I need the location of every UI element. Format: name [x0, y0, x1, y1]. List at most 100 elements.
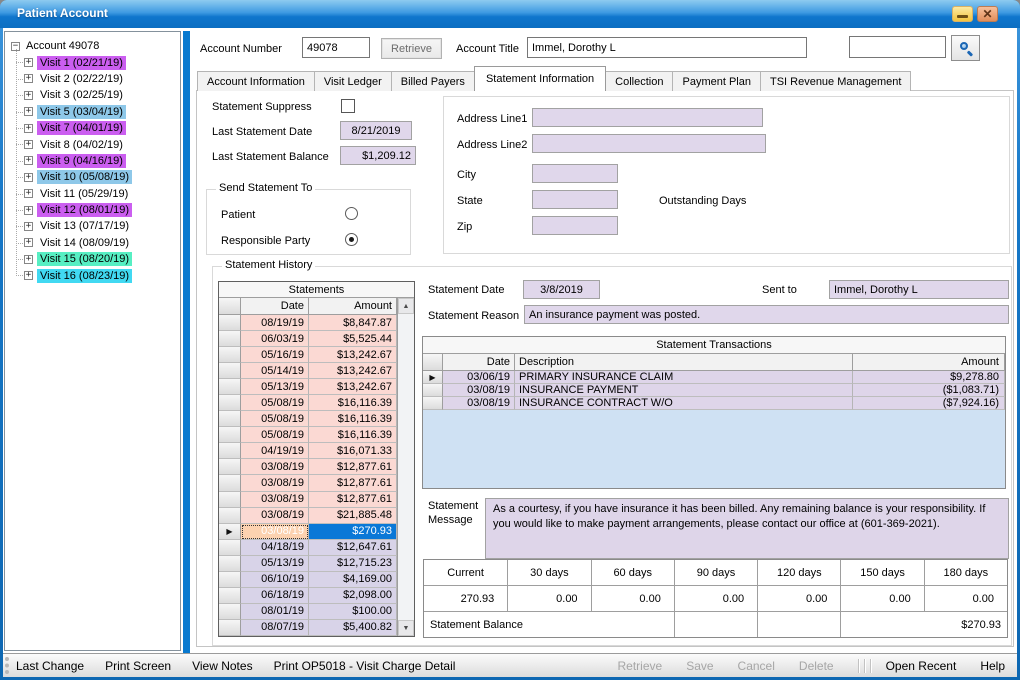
- account-number-input[interactable]: 49078: [302, 37, 370, 58]
- tree-item-visit[interactable]: +Visit 7 (04/01/19): [24, 120, 178, 136]
- statement-amount-cell[interactable]: $4,169.00: [309, 572, 397, 588]
- transaction-row[interactable]: 03/08/19INSURANCE PAYMENT($1,083.71): [423, 384, 1005, 397]
- date-column-header[interactable]: Date: [241, 298, 309, 314]
- statement-history-row[interactable]: 03/08/19$21,885.48: [219, 508, 397, 524]
- expand-icon[interactable]: +: [24, 173, 33, 182]
- toolbar-grip-icon[interactable]: [5, 657, 12, 674]
- scroll-down-icon[interactable]: ▼: [398, 620, 414, 636]
- row-marker[interactable]: [219, 459, 241, 475]
- tab-collection[interactable]: Collection: [605, 71, 673, 91]
- tree-item-visit[interactable]: +Visit 14 (08/09/19): [24, 235, 178, 251]
- statement-amount-cell[interactable]: $13,242.67: [309, 347, 397, 363]
- txn-description-header[interactable]: Description: [515, 354, 853, 370]
- address-line1-input[interactable]: [532, 108, 763, 127]
- row-marker[interactable]: [219, 556, 241, 572]
- address-line2-input[interactable]: [532, 134, 766, 153]
- statement-history-row[interactable]: 05/13/19$13,242.67: [219, 379, 397, 395]
- row-marker[interactable]: [219, 347, 241, 363]
- expand-icon[interactable]: +: [24, 58, 33, 67]
- statement-date-cell[interactable]: 06/18/19: [241, 588, 309, 604]
- statement-history-row[interactable]: 04/19/19$16,071.33: [219, 443, 397, 459]
- statement-history-row[interactable]: 05/08/19$16,116.39: [219, 427, 397, 443]
- current-row-marker-icon[interactable]: ▶: [423, 371, 443, 384]
- statement-date-cell[interactable]: 05/08/19: [241, 411, 309, 427]
- statement-history-row[interactable]: 05/08/19$16,116.39: [219, 411, 397, 427]
- row-marker[interactable]: [219, 315, 241, 331]
- statement-amount-cell[interactable]: $12,877.61: [309, 459, 397, 475]
- panel-splitter[interactable]: [183, 31, 190, 653]
- statement-date-cell[interactable]: 03/08/19: [241, 508, 309, 524]
- statement-date-cell[interactable]: 03/08/19: [241, 459, 309, 475]
- txn-amount-cell[interactable]: ($1,083.71): [853, 384, 1005, 397]
- statusbar-command-last-change[interactable]: Last Change: [16, 659, 84, 673]
- expand-icon[interactable]: +: [24, 124, 33, 133]
- statement-date-cell[interactable]: 04/18/19: [241, 540, 309, 556]
- expand-icon[interactable]: +: [24, 255, 33, 264]
- statements-scrollbar[interactable]: ▲ ▼: [397, 298, 414, 636]
- row-marker[interactable]: [219, 331, 241, 347]
- tree-item-visit[interactable]: +Visit 12 (08/01/19): [24, 202, 178, 218]
- statement-amount-cell[interactable]: $16,116.39: [309, 427, 397, 443]
- expand-icon[interactable]: +: [24, 156, 33, 165]
- statement-amount-cell[interactable]: $100.00: [309, 604, 397, 620]
- statement-date-cell[interactable]: 05/13/19: [241, 556, 309, 572]
- statement-date-cell[interactable]: 05/16/19: [241, 347, 309, 363]
- tree-item-visit[interactable]: +Visit 16 (08/23/19): [24, 267, 178, 283]
- statusbar-command-delete[interactable]: Delete: [799, 659, 834, 673]
- statement-history-row[interactable]: 05/08/19$16,116.39: [219, 395, 397, 411]
- statement-message-box[interactable]: As a courtesy, if you have insurance it …: [485, 498, 1009, 559]
- row-marker[interactable]: [219, 363, 241, 379]
- tree-item-visit[interactable]: +Visit 8 (04/02/19): [24, 136, 178, 152]
- statement-date-cell[interactable]: 06/10/19: [241, 572, 309, 588]
- expand-icon[interactable]: +: [24, 271, 33, 280]
- statement-amount-cell[interactable]: $21,885.48: [309, 508, 397, 524]
- statement-date-cell[interactable]: 08/01/19: [241, 604, 309, 620]
- statement-date-cell[interactable]: 05/08/19: [241, 427, 309, 443]
- statusbar-command-view-notes[interactable]: View Notes: [192, 659, 252, 673]
- statement-amount-cell[interactable]: $5,525.44: [309, 331, 397, 347]
- expand-icon[interactable]: +: [24, 222, 33, 231]
- expand-icon[interactable]: +: [24, 107, 33, 116]
- close-button[interactable]: ✕: [977, 6, 998, 22]
- scroll-up-icon[interactable]: ▲: [398, 298, 414, 314]
- send-to-radio[interactable]: [345, 207, 358, 220]
- tree-item-visit[interactable]: +Visit 3 (02/25/19): [24, 87, 178, 103]
- txn-date-cell[interactable]: 03/08/19: [443, 397, 515, 410]
- statement-amount-cell[interactable]: $13,242.67: [309, 379, 397, 395]
- expand-icon[interactable]: +: [24, 206, 33, 215]
- statement-history-row[interactable]: 03/08/19$12,877.61: [219, 492, 397, 508]
- statement-amount-cell[interactable]: $2,098.00: [309, 588, 397, 604]
- statusbar-command-retrieve[interactable]: Retrieve: [618, 659, 663, 673]
- statement-amount-cell[interactable]: $16,116.39: [309, 395, 397, 411]
- row-marker[interactable]: [219, 379, 241, 395]
- tree-item-visit[interactable]: +Visit 5 (03/04/19): [24, 104, 178, 120]
- row-marker[interactable]: [219, 411, 241, 427]
- statement-date-cell[interactable]: 08/19/19: [241, 315, 309, 331]
- expand-icon[interactable]: +: [24, 140, 33, 149]
- statement-history-row[interactable]: ▶03/08/19$270.93: [219, 524, 397, 540]
- row-marker[interactable]: [219, 395, 241, 411]
- statement-amount-cell[interactable]: $12,877.61: [309, 492, 397, 508]
- row-marker[interactable]: [219, 604, 241, 620]
- statement-date-cell[interactable]: 03/08/19: [241, 492, 309, 508]
- statement-date-cell[interactable]: 05/13/19: [241, 379, 309, 395]
- statement-date-cell[interactable]: 08/07/19: [241, 620, 309, 636]
- statusbar-command-print-op5018-visit-charge-detail[interactable]: Print OP5018 - Visit Charge Detail: [274, 659, 456, 673]
- statement-amount-cell[interactable]: $5,400.82: [309, 620, 397, 636]
- txn-description-cell[interactable]: PRIMARY INSURANCE CLAIM: [515, 371, 853, 384]
- statement-history-row[interactable]: 05/13/19$12,715.23: [219, 556, 397, 572]
- tree-item-visit[interactable]: +Visit 11 (05/29/19): [24, 186, 178, 202]
- tab-tsi-revenue-management[interactable]: TSI Revenue Management: [760, 71, 911, 91]
- row-marker[interactable]: [219, 427, 241, 443]
- last-statement-date-field[interactable]: 8/21/2019: [340, 121, 412, 140]
- statusbar-command-cancel[interactable]: Cancel: [738, 659, 775, 673]
- minimize-button[interactable]: [952, 6, 973, 22]
- statusbar-command-open-recent[interactable]: Open Recent: [886, 659, 957, 673]
- statement-amount-cell[interactable]: $16,116.39: [309, 411, 397, 427]
- statement-date-cell[interactable]: 05/08/19: [241, 395, 309, 411]
- search-button[interactable]: [951, 35, 980, 61]
- statement-date-cell[interactable]: 04/19/19: [241, 443, 309, 459]
- search-input[interactable]: [849, 36, 946, 58]
- txn-description-cell[interactable]: INSURANCE PAYMENT: [515, 384, 853, 397]
- row-marker[interactable]: [219, 572, 241, 588]
